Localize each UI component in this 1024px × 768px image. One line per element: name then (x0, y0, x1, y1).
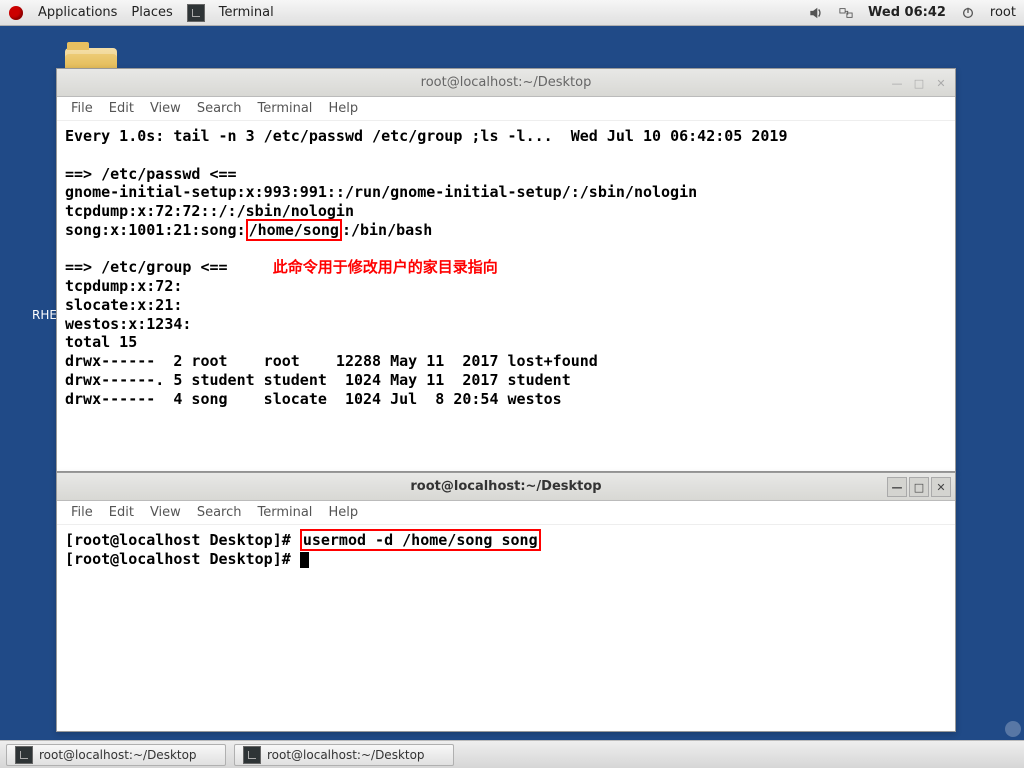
terminal-window-shell: root@localhost:~/Desktop — □ ✕ File Edit… (56, 472, 956, 732)
menu-view[interactable]: View (150, 505, 181, 520)
terminal-window-watch: root@localhost:~/Desktop — □ ✕ File Edit… (56, 68, 956, 472)
close-button[interactable]: ✕ (931, 477, 951, 497)
ls-line-1: drwx------ 2 root root 12288 May 11 2017… (65, 352, 598, 370)
taskbar-entry-2[interactable]: root@localhost:~/Desktop (234, 744, 454, 766)
terminal-output[interactable]: [root@localhost Desktop]# usermod -d /ho… (57, 525, 955, 731)
menu-file[interactable]: File (71, 505, 93, 520)
menu-view[interactable]: View (150, 101, 181, 116)
menu-terminal[interactable]: Terminal (257, 505, 312, 520)
minimize-button[interactable]: — (887, 73, 907, 93)
menu-help[interactable]: Help (328, 101, 358, 116)
terminal-menubar: File Edit View Search Terminal Help (57, 501, 955, 525)
annotation-text: 此命令用于修改用户的家目录指向 (273, 258, 498, 276)
top-panel: Applications Places Terminal Wed 06:42 r… (0, 0, 1024, 26)
places-menu[interactable]: Places (131, 5, 172, 20)
running-app-label[interactable]: Terminal (219, 5, 274, 20)
menu-file[interactable]: File (71, 101, 93, 116)
ls-total: total 15 (65, 333, 137, 351)
terminal-launcher-icon[interactable] (187, 4, 205, 22)
terminal-icon (15, 746, 33, 764)
power-icon[interactable] (960, 5, 976, 21)
command-usermod: usermod -d /home/song song (300, 529, 541, 551)
close-button[interactable]: ✕ (931, 73, 951, 93)
distro-logo-icon (8, 5, 24, 21)
applications-menu[interactable]: Applications (38, 5, 117, 20)
volume-icon[interactable] (808, 5, 824, 21)
terminal-output[interactable]: Every 1.0s: tail -n 3 /etc/passwd /etc/g… (57, 121, 955, 471)
passwd-header: ==> /etc/passwd <== (65, 165, 237, 183)
taskbar-entry-1[interactable]: root@localhost:~/Desktop (6, 744, 226, 766)
cursor-icon (300, 552, 309, 568)
maximize-button[interactable]: □ (909, 477, 929, 497)
ls-line-2: drwx------. 5 student student 1024 May 1… (65, 371, 571, 389)
group-header: ==> /etc/group <== (65, 258, 228, 276)
passwd-line-2: tcpdump:x:72:72::/:/sbin/nologin (65, 202, 354, 220)
watch-header-left: Every 1.0s: tail -n 3 /etc/passwd /etc/g… (65, 127, 553, 145)
passwd-line-1: gnome-initial-setup:x:993:991::/run/gnom… (65, 183, 697, 201)
passwd-line-3b: :/bin/bash (342, 221, 432, 239)
window-title: root@localhost:~/Desktop (421, 75, 592, 90)
titlebar[interactable]: root@localhost:~/Desktop — □ ✕ (57, 473, 955, 501)
prompt-1: [root@localhost Desktop]# (65, 531, 300, 549)
menu-search[interactable]: Search (197, 505, 242, 520)
menu-help[interactable]: Help (328, 505, 358, 520)
maximize-button[interactable]: □ (909, 73, 929, 93)
corner-widget-icon (1004, 720, 1022, 738)
user-menu[interactable]: root (990, 5, 1016, 20)
menu-terminal[interactable]: Terminal (257, 101, 312, 116)
terminal-icon (243, 746, 261, 764)
ls-line-3: drwx------ 4 song slocate 1024 Jul 8 20:… (65, 390, 562, 408)
minimize-button[interactable]: — (887, 477, 907, 497)
window-title: root@localhost:~/Desktop (410, 479, 601, 494)
taskbar-label: root@localhost:~/Desktop (267, 748, 425, 762)
menu-edit[interactable]: Edit (109, 101, 134, 116)
menu-edit[interactable]: Edit (109, 505, 134, 520)
highlight-home-song: /home/song (246, 219, 342, 241)
passwd-line-3a: song:x:1001:21:song: (65, 221, 246, 239)
menu-search[interactable]: Search (197, 101, 242, 116)
group-line-3: westos:x:1234: (65, 315, 191, 333)
group-line-1: tcpdump:x:72: (65, 277, 182, 295)
clock[interactable]: Wed 06:42 (868, 5, 946, 20)
watch-header-right: Wed Jul 10 06:42:05 2019 (571, 127, 788, 145)
titlebar[interactable]: root@localhost:~/Desktop — □ ✕ (57, 69, 955, 97)
group-line-2: slocate:x:21: (65, 296, 182, 314)
prompt-2: [root@localhost Desktop]# (65, 550, 300, 568)
taskbar-label: root@localhost:~/Desktop (39, 748, 197, 762)
terminal-menubar: File Edit View Search Terminal Help (57, 97, 955, 121)
network-icon[interactable] (838, 5, 854, 21)
bottom-taskbar: root@localhost:~/Desktop root@localhost:… (0, 740, 1024, 768)
